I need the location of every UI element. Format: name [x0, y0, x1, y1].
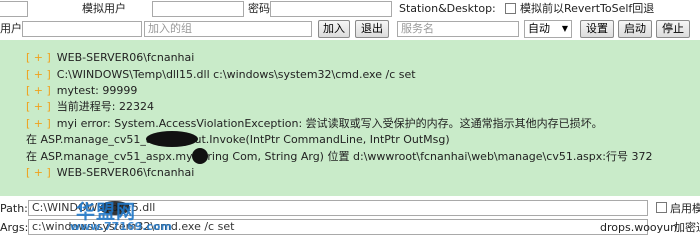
revert-to-self-checkbox[interactable] — [505, 3, 516, 14]
redaction-blot — [192, 148, 208, 164]
service-name-input[interactable]: 服务名 — [397, 21, 519, 37]
status-tag: [ + ] — [26, 84, 51, 97]
watermark-url: www.77169.com — [70, 220, 172, 233]
password-label: 密码 — [248, 2, 270, 15]
trailing-text: 加密通 — [674, 221, 700, 234]
password-input[interactable] — [270, 1, 392, 17]
output-line: [ + ] mytest: 99999 — [26, 84, 137, 98]
enable-label: 启用模 — [670, 202, 700, 215]
join-button[interactable]: 加入 — [318, 20, 350, 38]
args-label: Args: — [0, 221, 29, 234]
output-text: WEB-SERVER06\fcnanhai — [56, 51, 195, 64]
path-label: Path: — [0, 202, 28, 215]
output-line: [ + ] myi error: System.AccessViolationEx… — [26, 117, 603, 131]
output-text: 在 ASP.manage_cv51_aspx. 1Out.Invoke(IntP… — [26, 133, 450, 146]
exit-button[interactable]: 退出 — [355, 20, 389, 38]
status-tag: [ + ] — [26, 117, 51, 130]
output-text: 在 ASP.manage_cv51_aspx.my String Com, St… — [26, 150, 653, 163]
site-text: drops.wooyun — [600, 221, 678, 234]
output-line: [ + ] WEB-SERVER06\fcnanhai — [26, 166, 194, 180]
row1-leading-input[interactable] — [0, 1, 28, 17]
chevron-down-icon: ▼ — [561, 24, 568, 33]
output-text: mytest: 99999 — [56, 84, 138, 97]
output-text: WEB-SERVER06\fcnanhai — [56, 166, 195, 179]
output-text: 当前进程号: 22324 — [56, 100, 154, 113]
start-button[interactable]: 启动 — [618, 20, 652, 38]
output-line: [ + ] 当前进程号: 22324 — [26, 100, 154, 114]
output-text: C:\WINDOWS\Temp\dll15.dll c:\windows\sys… — [56, 68, 416, 81]
status-tag: [ + ] — [26, 68, 51, 81]
output-line: 在 ASP.manage_cv51_aspx.my String Com, St… — [26, 150, 652, 164]
status-tag: [ + ] — [26, 166, 51, 179]
toolbar: 模拟用户 密码 Station&Desktop: 模拟前以RevertToSel… — [0, 0, 700, 40]
enable-checkbox[interactable] — [656, 202, 667, 213]
redaction-blot — [146, 131, 198, 147]
start-type-select[interactable]: 自动 ▼ — [524, 20, 572, 38]
revert-to-self-label: 模拟前以RevertToSelf回退 — [520, 2, 655, 15]
user-input[interactable] — [22, 21, 142, 37]
start-type-value: 自动 — [528, 22, 550, 35]
set-button[interactable]: 设置 — [580, 20, 614, 38]
status-tag: [ + ] — [26, 51, 51, 64]
output-panel: [ + ] WEB-SERVER06\fcnanhai [ + ] C:\WINDO… — [0, 40, 700, 196]
station-desktop-label: Station&Desktop: — [399, 2, 496, 15]
join-group-input[interactable]: 加入的组 — [144, 21, 312, 37]
output-line: [ + ] WEB-SERVER06\fcnanhai — [26, 51, 194, 65]
stop-button[interactable]: 停止 — [656, 20, 690, 38]
output-line: [ + ] C:\WINDOWS\Temp\dll15.dll c:\window… — [26, 68, 416, 82]
mock-user-label: 模拟用户 — [82, 2, 126, 15]
user-label: 用户 — [0, 22, 22, 35]
mock-user-input[interactable] — [152, 1, 244, 17]
output-line: 在 ASP.manage_cv51_aspx. 1Out.Invoke(IntP… — [26, 133, 450, 147]
output-text: myi error: System.AccessViolationExcepti… — [56, 117, 603, 130]
status-tag: [ + ] — [26, 100, 51, 113]
